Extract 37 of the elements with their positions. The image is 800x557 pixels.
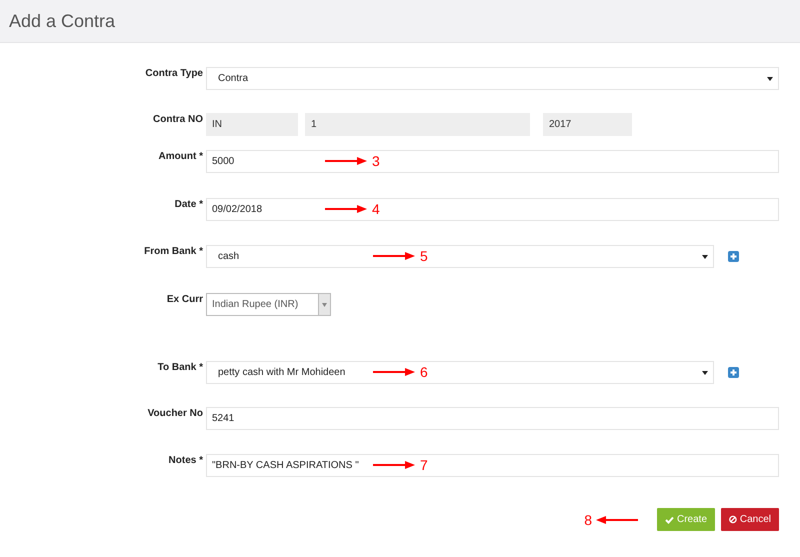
annotation-number: 3	[372, 153, 380, 169]
check-icon	[665, 516, 674, 524]
arrow-annotation	[373, 461, 415, 469]
field-label: Notes *	[168, 454, 204, 466]
annotation-number: 4	[372, 201, 380, 217]
page-title: Add a Contra	[9, 10, 116, 32]
caret-icon	[767, 76, 773, 80]
ban-icon	[729, 515, 737, 524]
field-label: Voucher No	[146, 407, 204, 419]
select-field[interactable]: Contra	[206, 67, 779, 90]
readonly-field: 1	[305, 113, 530, 136]
arrow-annotation	[325, 157, 367, 165]
cancel-button[interactable]: Cancel	[721, 508, 779, 531]
field-label: Date *	[174, 198, 204, 210]
arrow-annotation	[373, 368, 415, 376]
field-label: To Bank *	[156, 361, 204, 373]
caret-icon	[702, 254, 708, 258]
field-label: From Bank *	[143, 245, 204, 257]
arrow-annotation	[325, 205, 367, 213]
add-icon[interactable]	[728, 251, 739, 262]
annotation-number: 8	[584, 512, 592, 528]
input-field[interactable]: 5241	[206, 407, 779, 430]
readonly-field: 2017	[543, 113, 632, 136]
annotation-number: 6	[420, 364, 428, 380]
currency-select[interactable]: Indian Rupee (INR)	[206, 293, 331, 316]
field-label: Amount *	[158, 150, 204, 162]
add-icon[interactable]	[728, 367, 739, 378]
readonly-field: IN	[206, 113, 298, 136]
arrow-annotation	[596, 516, 638, 524]
caret-icon	[322, 302, 327, 306]
caret-icon	[702, 370, 708, 374]
arrow-annotation	[373, 252, 415, 260]
annotation-number: 7	[420, 457, 428, 473]
field-label: Contra NO	[152, 113, 204, 125]
annotation-number: 5	[420, 248, 428, 264]
field-label: Contra Type	[144, 67, 204, 79]
field-label: Ex Curr	[166, 293, 204, 305]
